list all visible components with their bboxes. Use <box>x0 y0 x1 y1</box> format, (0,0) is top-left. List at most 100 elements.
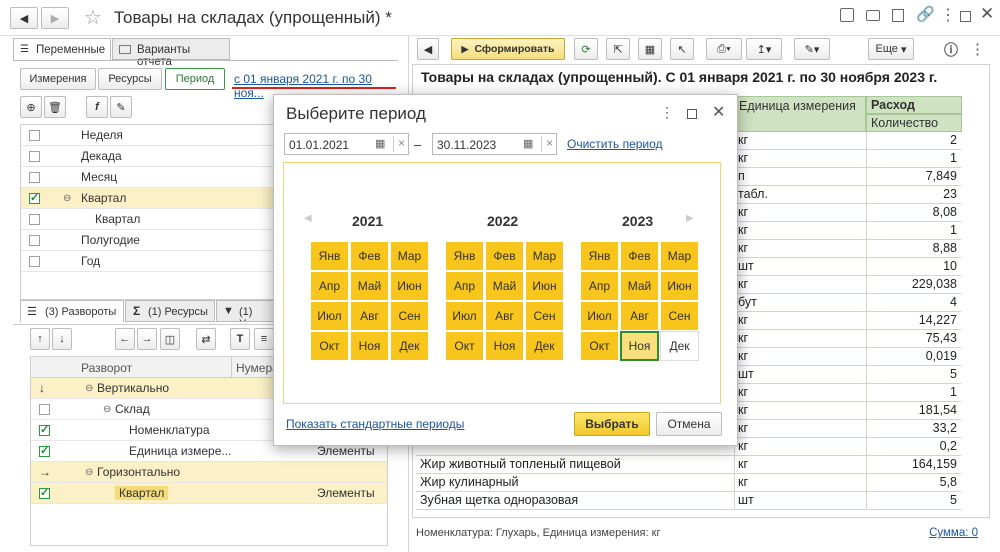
help-icon[interactable]: ⓘ <box>944 40 958 60</box>
month-2023-2[interactable]: Фев <box>620 241 659 271</box>
month-2021-10[interactable]: Окт <box>310 331 349 361</box>
month-2023-10[interactable]: Окт <box>580 331 619 361</box>
dialog-close-icon[interactable]: ✕ <box>712 102 725 122</box>
list-item[interactable]: Полугодие <box>21 230 285 251</box>
date-from-field[interactable]: 01.01.2021 ▦ × <box>284 133 409 155</box>
collapse-icon[interactable]: ⊖ <box>85 383 93 394</box>
month-2023-5[interactable]: Май <box>620 271 659 301</box>
month-2023-6[interactable]: Июн <box>660 271 699 301</box>
subtab-period[interactable]: Период <box>165 68 225 90</box>
tree-row[interactable]: ✓ Квартал Элементы <box>31 483 387 504</box>
month-2022-4[interactable]: Апр <box>445 271 484 301</box>
checkbox[interactable] <box>29 151 40 162</box>
list-item[interactable]: Месяц <box>21 167 285 188</box>
print-icon[interactable] <box>866 10 880 21</box>
table-row[interactable]: Зубная щетка одноразовая шт 5 <box>416 492 961 510</box>
show-standard-periods-link[interactable]: Показать стандартные периоды <box>286 417 464 431</box>
maximize-icon[interactable] <box>960 11 971 22</box>
checkbox[interactable] <box>29 130 40 141</box>
move-left-button[interactable]: ← <box>115 328 135 350</box>
checkbox[interactable] <box>29 172 40 183</box>
checkbox[interactable] <box>29 256 40 267</box>
month-2022-9[interactable]: Сен <box>525 301 564 331</box>
month-2022-2[interactable]: Фев <box>485 241 524 271</box>
close-icon[interactable]: ✕ <box>980 4 994 24</box>
swap-button[interactable]: ⇄ <box>196 328 216 350</box>
checkbox-checked[interactable]: ✓ <box>39 446 50 457</box>
month-2021-2[interactable]: Фев <box>350 241 389 271</box>
collapse-icon[interactable]: ⊖ <box>63 193 71 204</box>
export-menu-button[interactable]: ↥▾ <box>746 38 782 60</box>
more-dots-icon-right[interactable]: ⋮ <box>970 40 985 58</box>
tree-row[interactable]: → ⊖ Горизонтально <box>31 462 387 483</box>
calendar-icon[interactable]: ▦ <box>523 137 533 150</box>
back-button[interactable]: ◀ <box>10 7 38 29</box>
month-2023-11[interactable]: Ноя <box>620 331 659 361</box>
month-2021-11[interactable]: Ноя <box>350 331 389 361</box>
month-2022-10[interactable]: Окт <box>445 331 484 361</box>
month-2023-7[interactable]: Июл <box>580 301 619 331</box>
copy-icon[interactable] <box>892 9 904 22</box>
collapse-icon[interactable]: ⊖ <box>103 404 111 415</box>
layout-button[interactable]: ◫ <box>160 328 180 350</box>
dialog-maximize-icon[interactable] <box>687 109 697 119</box>
move-up-button[interactable]: ↑ <box>30 328 50 350</box>
subtab-dimensions[interactable]: Измерения <box>20 68 96 90</box>
sum-link[interactable]: Сумма: 0 <box>929 527 978 539</box>
month-2023-9[interactable]: Сен <box>660 301 699 331</box>
month-2021-4[interactable]: Апр <box>310 271 349 301</box>
month-2021-6[interactable]: Июн <box>390 271 429 301</box>
collapse-icon[interactable]: ⊖ <box>85 467 93 478</box>
more-dots-icon[interactable]: ⋮ <box>940 5 956 25</box>
date-to-field[interactable]: 30.11.2023 ▦ × <box>432 133 557 155</box>
month-2021-8[interactable]: Авг <box>350 301 389 331</box>
month-2023-1[interactable]: Янв <box>580 241 619 271</box>
more-button[interactable]: Еще ▾ <box>868 38 914 60</box>
add-button[interactable]: ⊕ <box>20 96 42 118</box>
move-down-button[interactable]: ↓ <box>52 328 72 350</box>
month-2022-5[interactable]: Май <box>485 271 524 301</box>
month-2023-12[interactable]: Дек <box>660 331 699 361</box>
month-2021-9[interactable]: Сен <box>390 301 429 331</box>
next-year-icon[interactable]: ▶ <box>686 213 694 224</box>
collapse-panel-button[interactable]: ◀ <box>417 38 439 60</box>
checkbox[interactable] <box>29 235 40 246</box>
tab-conditions[interactable]: ▼ (1) Усл <box>216 300 276 322</box>
forward-button[interactable]: ▶ <box>41 7 69 29</box>
month-2021-3[interactable]: Мар <box>390 241 429 271</box>
checkbox[interactable] <box>39 404 50 415</box>
month-2022-7[interactable]: Июл <box>445 301 484 331</box>
tab-variables[interactable]: ☰ Переменные <box>13 38 111 60</box>
select-button[interactable]: Выбрать <box>574 412 650 436</box>
month-2023-8[interactable]: Авг <box>620 301 659 331</box>
month-2022-12[interactable]: Дек <box>525 331 564 361</box>
list-item[interactable]: Декада <box>21 146 285 167</box>
table-view-button[interactable]: ▦ <box>638 38 662 60</box>
resize-button[interactable]: ⇱ <box>606 38 630 60</box>
list-item[interactable]: Год <box>21 251 285 272</box>
delete-button[interactable]: 🗑 <box>44 96 66 118</box>
list-item[interactable]: ✓ ⊖ Квартал <box>21 188 285 209</box>
month-2022-1[interactable]: Янв <box>445 241 484 271</box>
checkbox-checked[interactable]: ✓ <box>39 488 50 499</box>
function-button[interactable]: f <box>86 96 108 118</box>
style-menu-button[interactable]: ✎▾ <box>794 38 830 60</box>
save-icon[interactable] <box>840 8 854 22</box>
checkbox-checked[interactable]: ✓ <box>39 425 50 436</box>
print-menu-button[interactable]: ⎙▾ <box>706 38 742 60</box>
calendar-icon[interactable]: ▦ <box>375 137 385 150</box>
align-button[interactable]: ≡ <box>254 328 274 350</box>
month-2022-8[interactable]: Авг <box>485 301 524 331</box>
month-2021-1[interactable]: Янв <box>310 241 349 271</box>
refresh-button[interactable]: ⟳ <box>574 38 598 60</box>
favorite-star-icon[interactable]: ☆ <box>84 5 102 30</box>
month-2021-7[interactable]: Июл <box>310 301 349 331</box>
list-item[interactable]: Квартал <box>21 209 285 230</box>
month-2021-12[interactable]: Дек <box>390 331 429 361</box>
text-button[interactable]: T <box>230 328 250 350</box>
edit-button[interactable]: ✎ <box>110 96 132 118</box>
subtab-resources[interactable]: Ресурсы <box>98 68 162 90</box>
generate-button[interactable]: ▶ Сформировать <box>451 38 565 60</box>
month-2021-5[interactable]: Май <box>350 271 389 301</box>
month-2022-6[interactable]: Июн <box>525 271 564 301</box>
